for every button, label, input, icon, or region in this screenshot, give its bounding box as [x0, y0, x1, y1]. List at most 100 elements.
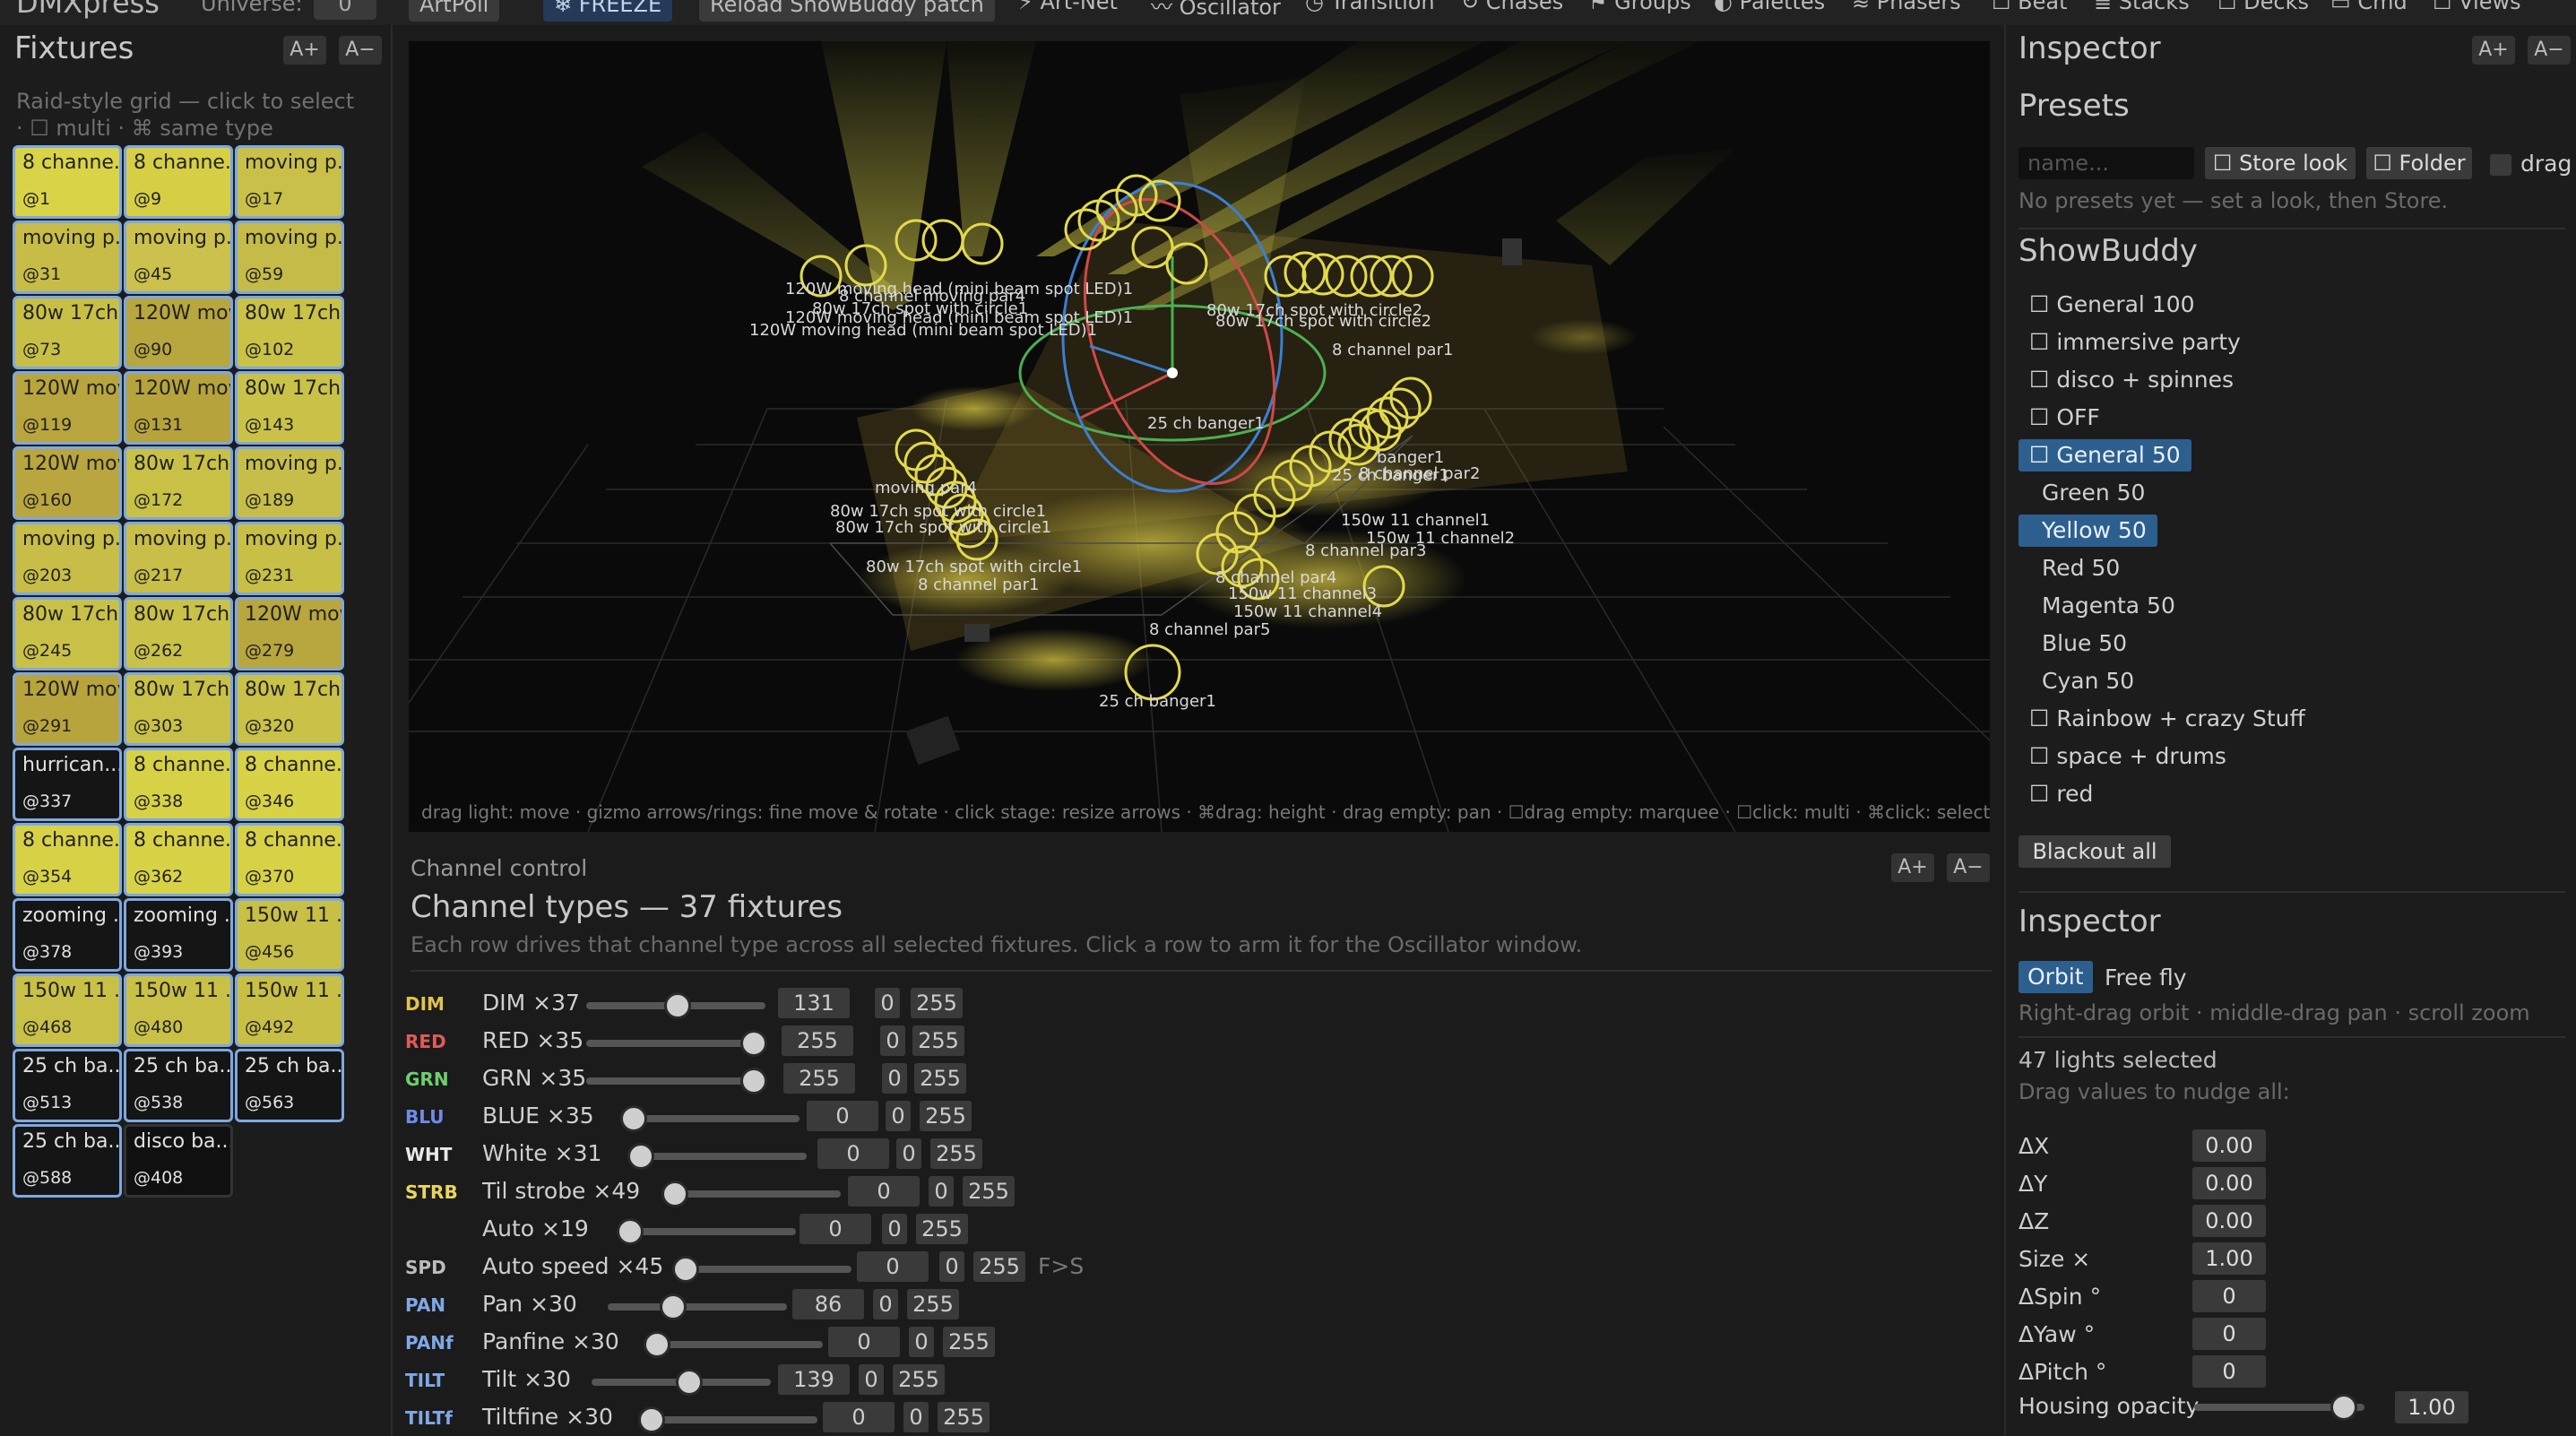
- fixture-tile[interactable]: 8 channe... @370: [235, 823, 344, 896]
- channel-max-field[interactable]: 255: [916, 1214, 968, 1244]
- showbuddy-item[interactable]: Blue 50: [2018, 627, 2138, 660]
- channel-max-field[interactable]: 255: [907, 1289, 959, 1319]
- fixture-tile[interactable]: 80w 17ch... @172: [124, 446, 233, 520]
- folder-button[interactable]: ☐ Folder: [2366, 147, 2472, 179]
- nudge-value-field[interactable]: 0.00: [2192, 1167, 2266, 1199]
- font-decrease-button[interactable]: A−: [2528, 36, 2571, 65]
- freeze-button[interactable]: ❄ FREEZE: [543, 0, 673, 22]
- artpoll-button[interactable]: ArtPoll: [409, 0, 500, 22]
- channel-value-field[interactable]: 139: [778, 1364, 850, 1395]
- stage-3d-viewport[interactable]: 120W moving head (mini beam spot LED)1 8 …: [409, 41, 1990, 832]
- slider-knob[interactable]: [617, 1218, 644, 1245]
- fixture-tile[interactable]: moving p... @17: [235, 145, 344, 219]
- channel-row[interactable]: DIM DIM ×37 131 0 255: [402, 986, 1997, 1022]
- font-increase-button[interactable]: A+: [283, 36, 326, 65]
- fixture-tile[interactable]: moving p... @189: [235, 446, 344, 520]
- fixture-tile[interactable]: disco ba... @408: [124, 1124, 233, 1198]
- tab-groups[interactable]: ⚑ Groups: [1588, 0, 1691, 14]
- channel-row[interactable]: TILT Tilt ×30 139 0 255: [402, 1362, 1997, 1398]
- fixture-tile[interactable]: 8 channe... @362: [124, 823, 233, 896]
- channel-min-field[interactable]: 0: [929, 1176, 954, 1207]
- font-increase-button[interactable]: A+: [1891, 853, 1934, 882]
- channel-min-field[interactable]: 0: [896, 1138, 921, 1169]
- channel-slider[interactable]: [644, 1331, 823, 1358]
- channel-value-field[interactable]: 0: [857, 1251, 929, 1282]
- channel-row[interactable]: PANf Panfine ×30 0 0 255: [402, 1325, 1997, 1361]
- channel-min-field[interactable]: 0: [903, 1402, 929, 1432]
- slider-knob[interactable]: [644, 1331, 670, 1358]
- slider-knob[interactable]: [627, 1143, 654, 1170]
- slider-knob[interactable]: [659, 1293, 687, 1320]
- nudge-value-field[interactable]: 0: [2192, 1355, 2266, 1388]
- channel-max-field[interactable]: 255: [911, 988, 963, 1018]
- channel-max-field[interactable]: 255: [914, 1063, 966, 1094]
- fixture-tile[interactable]: 120W mov @119: [13, 371, 122, 445]
- channel-row[interactable]: RED RED ×35 255 0 255: [402, 1024, 1997, 1060]
- preset-name-input[interactable]: name...: [2018, 147, 2194, 179]
- channel-slider[interactable]: [661, 1181, 841, 1207]
- channel-slider[interactable]: [617, 1218, 796, 1245]
- fixture-tile[interactable]: moving p... @59: [235, 221, 344, 294]
- channel-min-field[interactable]: 0: [882, 1214, 907, 1244]
- font-decrease-button[interactable]: A−: [1947, 853, 1990, 882]
- tab-chases[interactable]: ↻ Chases: [1461, 0, 1563, 14]
- channel-row[interactable]: WHT White ×31 0 0 255: [402, 1137, 1997, 1172]
- channel-row[interactable]: STRB Til strobe ×49 0 0 255: [402, 1174, 1997, 1210]
- channel-row[interactable]: SPD Auto speed ×45 0 0 255 F>S: [402, 1250, 1997, 1285]
- store-look-button[interactable]: ☐ Store look: [2205, 147, 2356, 179]
- channel-slider[interactable]: [672, 1256, 851, 1283]
- channel-min-field[interactable]: 0: [859, 1364, 884, 1395]
- tab-oscillator[interactable]: 〰 Oscillator: [1151, 0, 1281, 21]
- channel-value-field[interactable]: 255: [783, 1063, 855, 1094]
- slider-knob[interactable]: [740, 1068, 767, 1094]
- tab-phasers[interactable]: ≋ Phasers: [1852, 0, 1961, 14]
- reload-showbuddy-button[interactable]: Reload ShowBuddy patch: [699, 0, 995, 22]
- slider-knob[interactable]: [661, 1181, 688, 1207]
- channel-row[interactable]: Auto ×19 0 0 255: [402, 1212, 1997, 1248]
- fixture-tile[interactable]: moving p... @231: [235, 522, 344, 595]
- channel-min-field[interactable]: 0: [882, 1063, 907, 1094]
- showbuddy-item[interactable]: Red 50: [2018, 552, 2131, 584]
- fixture-tile[interactable]: moving p... @31: [13, 221, 122, 294]
- orbit-mode-button[interactable]: Orbit: [2018, 961, 2093, 993]
- nudge-value-field[interactable]: 0: [2192, 1280, 2266, 1312]
- free-fly-mode-button[interactable]: Free fly: [2105, 965, 2187, 990]
- channel-max-field[interactable]: 255: [893, 1364, 945, 1395]
- showbuddy-item[interactable]: ☐ space + drums: [2018, 740, 2237, 773]
- channel-slider[interactable]: [586, 1030, 767, 1057]
- fixture-tile[interactable]: 25 ch ba... @563: [235, 1049, 344, 1122]
- slider-knob[interactable]: [620, 1105, 647, 1132]
- channel-value-field[interactable]: 0: [817, 1138, 889, 1169]
- blackout-all-button[interactable]: Blackout all: [2018, 835, 2171, 868]
- channel-row[interactable]: TILTf Tiltfine ×30 0 0 255: [402, 1400, 1997, 1436]
- channel-max-field[interactable]: 255: [943, 1327, 995, 1357]
- channel-value-field[interactable]: 0: [848, 1176, 920, 1207]
- font-increase-button[interactable]: A+: [2472, 36, 2515, 65]
- fixture-tile[interactable]: zooming ... @378: [13, 898, 122, 972]
- channel-min-field[interactable]: 0: [886, 1101, 911, 1131]
- channel-min-field[interactable]: 0: [939, 1251, 964, 1282]
- fixture-tile[interactable]: 80w 17ch... @303: [124, 672, 233, 746]
- channel-slider[interactable]: [586, 992, 765, 1019]
- channel-value-field[interactable]: 0: [807, 1101, 878, 1131]
- channel-max-field[interactable]: 255: [973, 1251, 1025, 1282]
- showbuddy-item[interactable]: ☐ OFF: [2018, 402, 2111, 434]
- channel-slider[interactable]: [592, 1369, 771, 1396]
- channel-value-field[interactable]: 255: [782, 1025, 853, 1056]
- fixture-tile[interactable]: moving p... @203: [13, 522, 122, 595]
- channel-slider[interactable]: [638, 1406, 817, 1433]
- housing-opacity-value[interactable]: 1.00: [2395, 1391, 2468, 1423]
- showbuddy-item[interactable]: Yellow 50: [2018, 515, 2157, 547]
- showbuddy-item[interactable]: ☐ General 50: [2018, 439, 2191, 471]
- channel-row[interactable]: BLU BLUE ×35 0 0 255: [402, 1099, 1997, 1135]
- fixture-tile[interactable]: 8 channe... @346: [235, 748, 344, 821]
- channel-min-field[interactable]: 0: [875, 988, 900, 1018]
- channel-value-field[interactable]: 0: [800, 1214, 871, 1244]
- fixture-tile[interactable]: 80w 17ch... @245: [13, 597, 122, 670]
- channel-value-field[interactable]: 0: [823, 1402, 895, 1432]
- fixture-tile[interactable]: 150w 11 ... @456: [235, 898, 344, 972]
- fixture-tile[interactable]: 80w 17ch... @73: [13, 296, 122, 369]
- tab-views[interactable]: ☐ Views: [2433, 0, 2521, 14]
- housing-opacity-slider[interactable]: [2194, 1394, 2364, 1421]
- fixture-tile[interactable]: 80w 17ch... @143: [235, 371, 344, 445]
